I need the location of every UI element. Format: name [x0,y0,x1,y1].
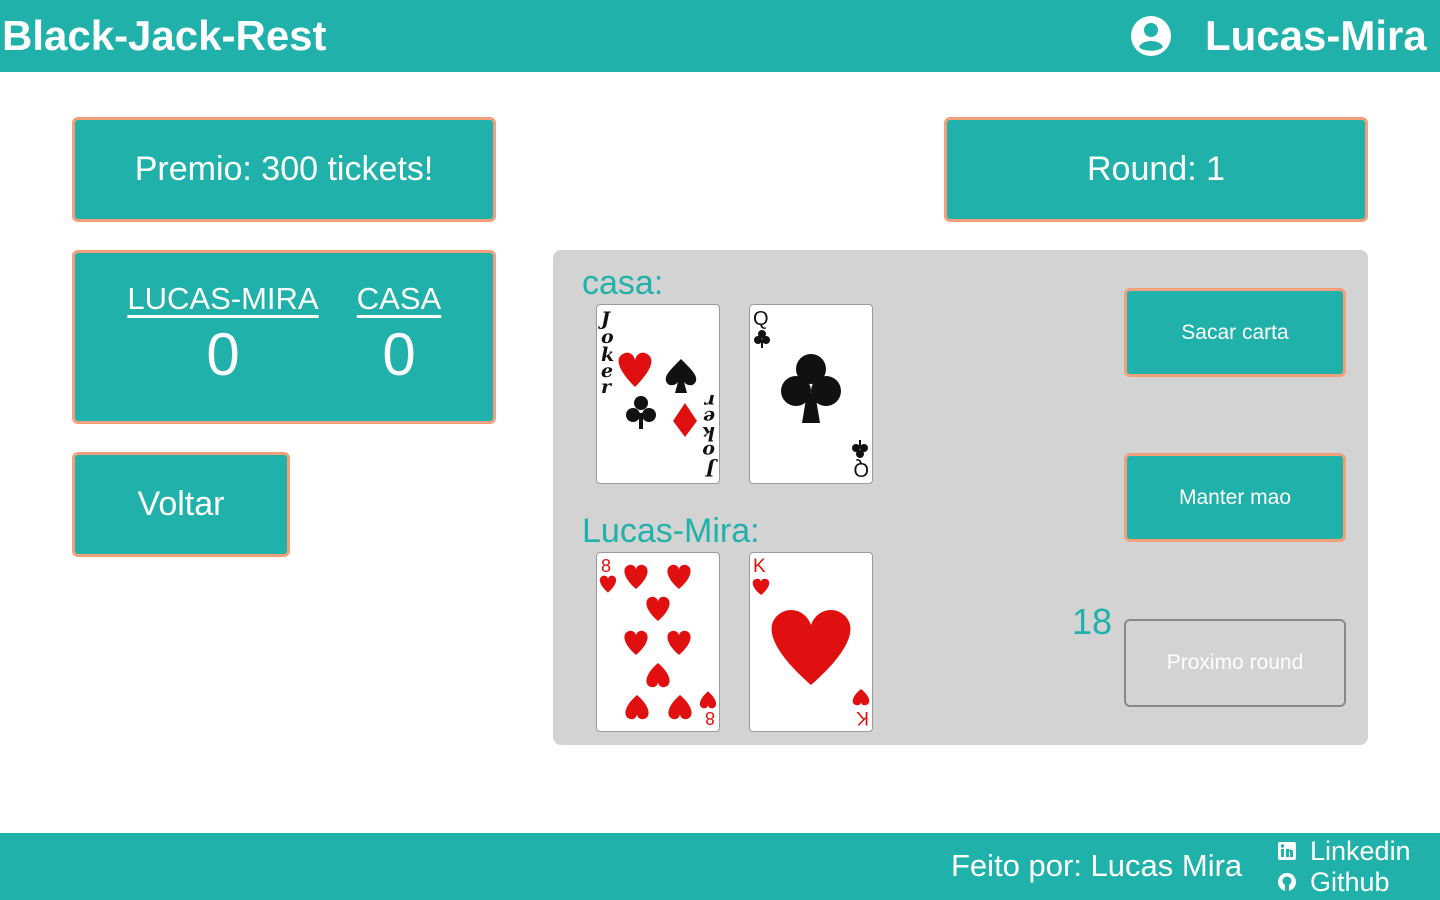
player-score-label: LUCAS-MIRA [127,281,319,316]
github-icon [1278,873,1296,891]
house-card-joker: Joker Joker [596,304,720,484]
player-score-value: 0 [206,321,240,388]
svg-text:Q: Q [853,458,869,480]
github-label: Github [1310,867,1390,897]
house-card-queen-clubs: Q Q [749,304,873,484]
house-score-value: 0 [382,321,416,388]
prize-panel: Premio: 300 tickets! [72,117,496,222]
round-panel: Round: 1 [944,117,1368,222]
next-round-button[interactable]: Proximo round [1124,619,1346,707]
prize-text: Premio: 300 tickets! [134,150,434,188]
made-by-text: Feito por: Lucas Mira [951,848,1243,883]
user-circle-icon[interactable] [1129,14,1173,58]
top-bar: Black-Jack-Rest Lucas-Mira [0,0,1440,72]
player-score-column: LUCAS-MIRA 0 [123,281,323,393]
scoreboard: LUCAS-MIRA 0 CASA 0 [72,250,496,424]
player-points: 18 [1072,601,1113,642]
game-table: casa: Joker Joker Q Q Lucas-Mira: 8 8 K … [553,250,1368,745]
app-title: Black-Jack-Rest [2,12,327,59]
house-hand-label: casa: [582,264,664,302]
linkedin-link[interactable]: Linkedin [1277,836,1411,866]
back-button[interactable]: Voltar [72,452,290,557]
svg-text:8: 8 [601,556,611,576]
linkedin-label: Linkedin [1310,836,1411,866]
player-card-king-hearts: K K [749,552,873,732]
footer: Feito por: Lucas Mira Linkedin Github [0,833,1440,900]
player-hand-label: Lucas-Mira: [582,512,760,550]
linkedin-icon [1278,842,1296,860]
svg-text:K: K [753,556,766,577]
house-score-label: CASA [356,281,442,316]
github-link[interactable]: Github [1277,867,1390,897]
svg-text:8: 8 [705,708,715,728]
round-text: Round: 1 [1087,150,1225,188]
username: Lucas-Mira [1205,12,1427,59]
svg-text:Q: Q [753,308,769,330]
draw-card-button[interactable]: Sacar carta [1124,288,1346,377]
keep-hand-button[interactable]: Manter mao [1124,453,1346,542]
svg-text:K: K [856,707,869,728]
player-card-8-hearts: 8 8 [596,552,720,732]
house-score-column: CASA 0 [355,281,443,393]
